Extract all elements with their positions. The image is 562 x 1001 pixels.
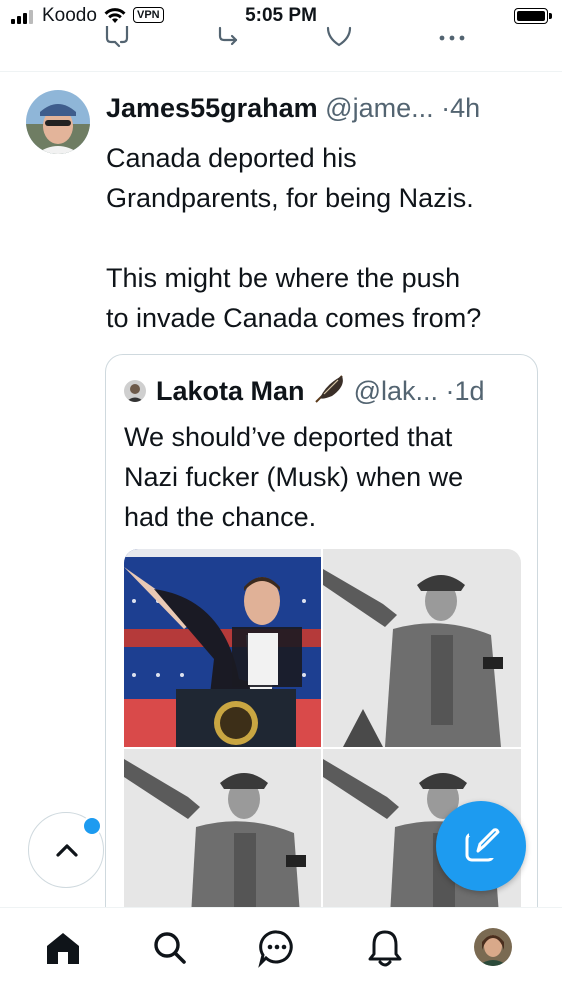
tweet-time[interactable]: 4h (450, 93, 480, 123)
battery-icon (514, 8, 552, 24)
home-icon[interactable] (43, 928, 83, 968)
clock: 5:05 PM (245, 5, 317, 26)
media-photo[interactable] (124, 549, 321, 747)
quoted-tweet-text: We should’ve deported that Nazi fucker (… (124, 422, 464, 532)
feather-icon (315, 375, 343, 403)
quoted-tweet-time: 1d (454, 376, 485, 406)
notifications-icon[interactable] (365, 928, 405, 968)
compose-icon (465, 828, 500, 862)
reply-icon[interactable] (104, 26, 130, 48)
quoted-tweet-header: Lakota Man @lak... ·1d (156, 374, 485, 407)
messages-icon[interactable] (257, 928, 297, 968)
media-photo[interactable] (323, 549, 521, 747)
divider (0, 71, 562, 72)
tweet-header: James55graham @jame... ·4h (106, 93, 546, 124)
author-avatar[interactable] (26, 90, 90, 154)
previous-tweet-actions (0, 26, 562, 56)
media-grid[interactable] (124, 549, 521, 969)
author-handle[interactable]: @jame... (325, 93, 433, 123)
more-icon[interactable] (438, 26, 466, 48)
quoted-author-name[interactable]: Lakota Man (156, 376, 305, 406)
quoted-separator: · (445, 376, 455, 406)
quoted-author-handle[interactable]: @lak... (354, 376, 438, 406)
new-posts-indicator (82, 816, 102, 836)
retweet-icon[interactable] (216, 26, 242, 48)
tweet-separator: · (441, 93, 451, 123)
profile-avatar[interactable] (474, 928, 512, 966)
search-icon[interactable] (150, 928, 190, 968)
compose-button[interactable] (436, 801, 526, 891)
author-name[interactable]: James55graham (106, 93, 318, 123)
like-icon[interactable] (326, 26, 352, 48)
quoted-author-avatar (124, 380, 146, 402)
tweet-text: Canada deported his Grandparents, for be… (106, 143, 482, 333)
